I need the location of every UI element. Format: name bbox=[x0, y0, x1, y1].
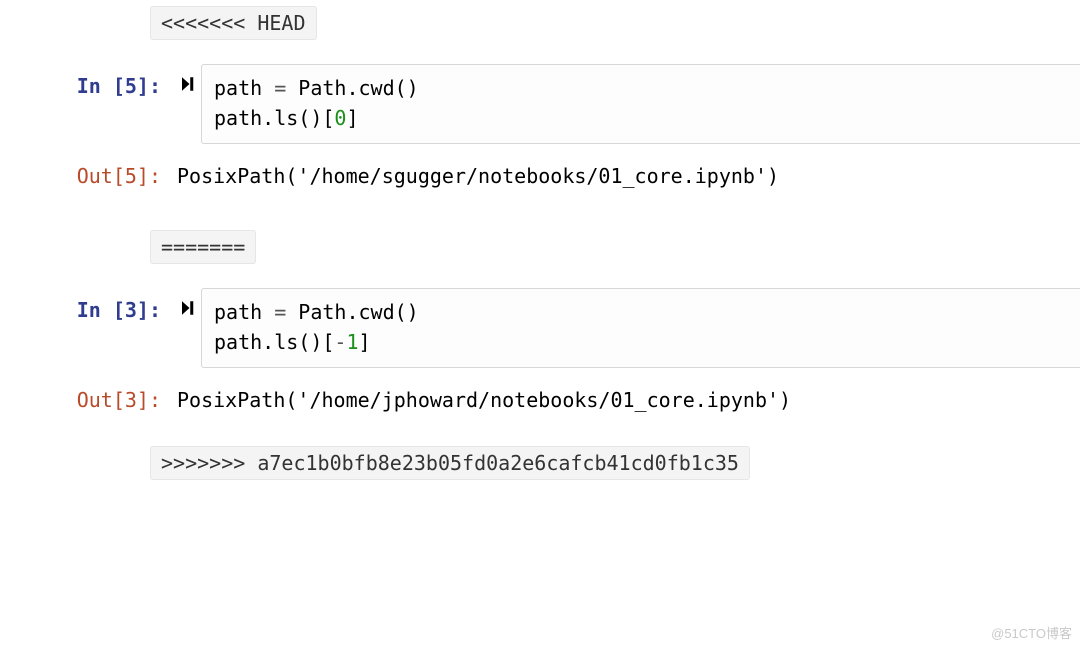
notebook-container: <<<<<<< HEAD In [5]: path = Path.cwd() p… bbox=[0, 0, 1080, 504]
input-prompt: In [3]: bbox=[0, 288, 175, 324]
code-text: path = Path.cwd() path.ls()[0] bbox=[214, 76, 419, 130]
output-cell: Out[3]: PosixPath('/home/jphoward/notebo… bbox=[0, 378, 1080, 420]
code-input-area[interactable]: path = Path.cwd() path.ls()[0] bbox=[201, 64, 1080, 144]
output-text: PosixPath('/home/jphoward/notebooks/01_c… bbox=[175, 378, 1080, 420]
run-cell-button[interactable] bbox=[175, 64, 201, 98]
code-cell: In [5]: path = Path.cwd() path.ls()[0] bbox=[0, 64, 1080, 150]
step-forward-icon bbox=[179, 75, 197, 93]
output-prompt: Out[3]: bbox=[0, 378, 175, 414]
input-prompt: In [5]: bbox=[0, 64, 175, 100]
code-input-area[interactable]: path = Path.cwd() path.ls()[-1] bbox=[201, 288, 1080, 368]
output-prompt: Out[5]: bbox=[0, 154, 175, 190]
code-text: path = Path.cwd() path.ls()[-1] bbox=[214, 300, 419, 354]
conflict-marker-head: <<<<<<< HEAD bbox=[150, 6, 317, 40]
spacer bbox=[0, 200, 1080, 230]
spacer bbox=[0, 424, 1080, 446]
conflict-marker-sep: ======= bbox=[150, 230, 256, 264]
code-cell: In [3]: path = Path.cwd() path.ls()[-1] bbox=[0, 288, 1080, 374]
step-forward-icon bbox=[179, 299, 197, 317]
watermark: @51CTO博客 bbox=[991, 623, 1072, 642]
output-text: PosixPath('/home/sgugger/notebooks/01_co… bbox=[175, 154, 1080, 196]
conflict-marker-tail: >>>>>>> a7ec1b0bfb8e23b05fd0a2e6cafcb41c… bbox=[150, 446, 750, 480]
run-cell-button[interactable] bbox=[175, 288, 201, 322]
output-cell: Out[5]: PosixPath('/home/sgugger/noteboo… bbox=[0, 154, 1080, 196]
